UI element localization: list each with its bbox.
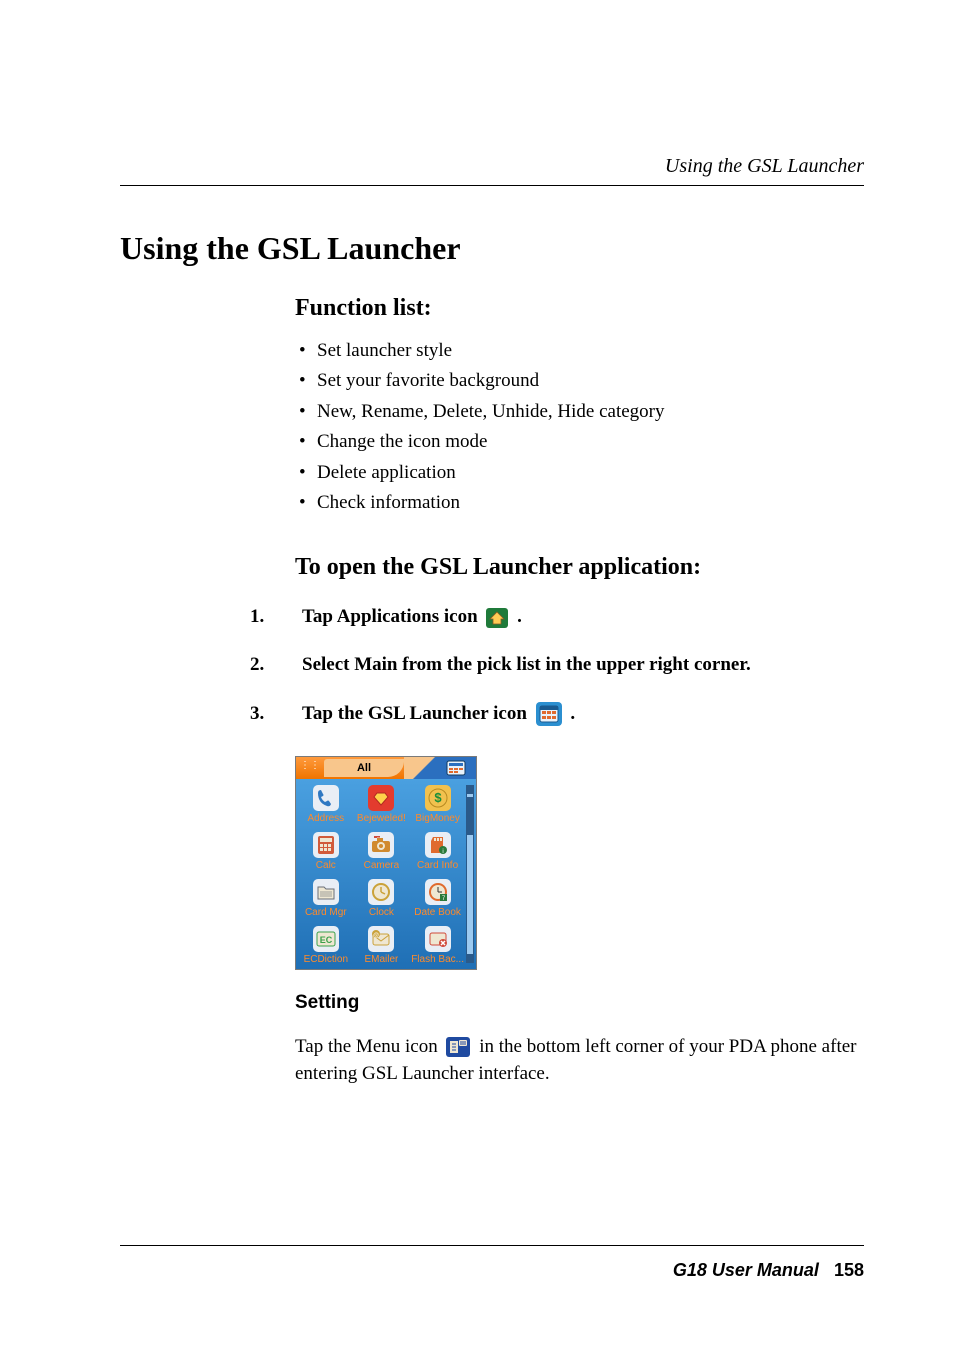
app-ecdiction-icon[interactable]: EC ECDiction: [300, 926, 352, 965]
address-icon: [313, 785, 339, 811]
app-label: EMailer: [364, 954, 398, 965]
app-label: Clock: [369, 907, 394, 918]
gsl-launcher-icon: [536, 702, 562, 726]
list-item: Change the icon mode: [295, 427, 864, 457]
app-clock-icon[interactable]: Clock: [356, 879, 408, 918]
app-label: BigMoney: [415, 813, 459, 824]
step-text: Tap Applications icon: [302, 606, 482, 627]
app-label: Card Info: [417, 860, 458, 871]
bejeweled-icon: [368, 785, 394, 811]
menu-icon: [446, 1037, 470, 1057]
launcher-switch-icon[interactable]: [436, 757, 476, 779]
list-item: Check information: [295, 488, 864, 518]
scroll-up-arrow-icon[interactable]: [467, 786, 473, 794]
app-emailer-icon[interactable]: @ EMailer: [356, 926, 408, 965]
app-grid: AddressBejeweled!$BigMoneyCalcnewCamerai…: [300, 785, 464, 965]
setting-text-pre: Tap the Menu icon: [295, 1036, 442, 1057]
footer-divider: [120, 1245, 864, 1246]
svg-text:EC: EC: [320, 935, 333, 945]
footer-page-number: 158: [834, 1260, 864, 1280]
setting-heading: Setting: [295, 992, 864, 1014]
camera-icon: new: [368, 832, 394, 858]
app-label: Calc: [316, 860, 336, 871]
cardmgr-icon: [313, 879, 339, 905]
step-1: 1. Tap Applications icon .: [250, 599, 864, 635]
app-label: ECDiction: [304, 954, 348, 965]
step-text: Select Main from the pick list in the up…: [302, 647, 751, 683]
app-label: Bejeweled!: [357, 813, 406, 824]
app-label: Camera: [364, 860, 400, 871]
category-tab[interactable]: All: [324, 759, 404, 777]
ecdiction-icon: EC: [313, 926, 339, 952]
app-bejeweled-icon[interactable]: Bejeweled!: [356, 785, 408, 824]
open-app-heading: To open the GSL Launcher application:: [295, 554, 864, 581]
clock-icon: [368, 879, 394, 905]
function-list: Set launcher style Set your favorite bac…: [295, 336, 864, 518]
list-item: Set launcher style: [295, 336, 864, 366]
cardinfo-icon: i: [425, 832, 451, 858]
bigmoney-icon: $: [425, 785, 451, 811]
page-footer: G18 User Manual 158: [673, 1260, 864, 1281]
app-address-icon[interactable]: Address: [300, 785, 352, 824]
step-text-end: .: [570, 703, 575, 724]
svg-text:new: new: [377, 837, 381, 839]
calc-icon: [313, 832, 339, 858]
step-text: Tap the GSL Launcher icon: [302, 703, 532, 724]
applications-home-icon: [486, 608, 508, 628]
app-camera-icon[interactable]: new Camera: [356, 832, 408, 871]
app-label: Flash Bac...: [411, 954, 464, 965]
step-3: 3. Tap the GSL Launcher icon .: [250, 696, 864, 732]
app-label: Date Book: [414, 907, 461, 918]
footer-manual-name: G18 User Manual: [673, 1260, 819, 1280]
scroll-down-arrow-icon[interactable]: [467, 954, 473, 962]
svg-text:i: i: [442, 849, 443, 855]
step-2: 2. Select Main from the pick list in the…: [250, 647, 864, 683]
app-cardinfo-icon[interactable]: i Card Info: [411, 832, 464, 871]
svg-text:@: @: [373, 933, 379, 939]
svg-text:$: $: [434, 790, 442, 805]
list-item: New, Rename, Delete, Unhide, Hide catego…: [295, 397, 864, 427]
step-number: 1.: [250, 599, 274, 635]
list-item: Delete application: [295, 458, 864, 488]
datebook-icon: 7: [425, 879, 451, 905]
list-item: Set your favorite background: [295, 366, 864, 396]
function-list-heading: Function list:: [295, 295, 864, 322]
scroll-thumb[interactable]: [467, 797, 473, 835]
menu-dots-icon: ⋮⋮: [300, 761, 314, 775]
step-number: 3.: [250, 696, 274, 732]
pda-titlebar: ⋮⋮ All: [296, 757, 476, 779]
app-bigmoney-icon[interactable]: $ BigMoney: [411, 785, 464, 824]
app-label: Card Mgr: [305, 907, 347, 918]
emailer-icon: @: [368, 926, 394, 952]
pda-screenshot: ⋮⋮ All Address Bejeweled! $ BigMoney Calc new…: [295, 756, 864, 970]
app-flashbac-icon[interactable]: Flash Bac...: [411, 926, 464, 965]
setting-paragraph: Tap the Menu icon in the bottom left cor…: [295, 1033, 864, 1088]
flashbac-icon: [425, 926, 451, 952]
running-header: Using the GSL Launcher: [665, 155, 864, 178]
app-label: Address: [307, 813, 344, 824]
page-title: Using the GSL Launcher: [120, 230, 864, 267]
app-calc-icon[interactable]: Calc: [300, 832, 352, 871]
step-text-end: .: [517, 606, 522, 627]
header-divider: [120, 185, 864, 186]
app-datebook-icon[interactable]: 7 Date Book: [411, 879, 464, 918]
scrollbar[interactable]: [466, 785, 474, 963]
step-number: 2.: [250, 647, 274, 683]
app-cardmgr-icon[interactable]: Card Mgr: [300, 879, 352, 918]
